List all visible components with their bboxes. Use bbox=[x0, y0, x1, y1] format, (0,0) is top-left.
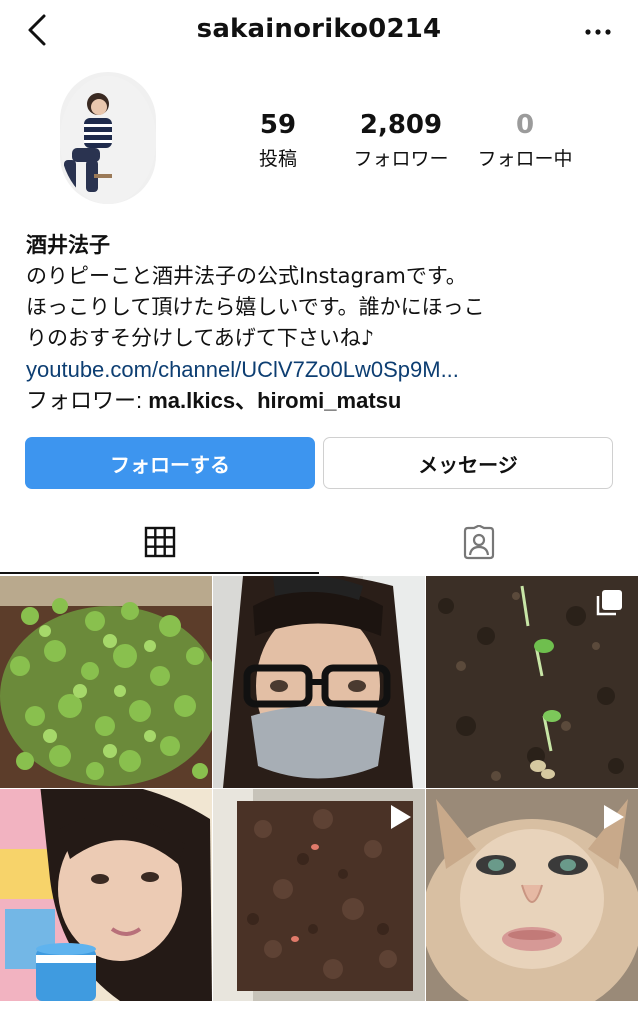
followers-count[interactable]: 2,809 フォロワー bbox=[338, 110, 464, 171]
followers-count-label: フォロワー bbox=[353, 148, 449, 170]
followed-by-line[interactable]: フォロワー: ma.lkics、hiromi_matsu bbox=[26, 385, 616, 416]
post-thumbnail[interactable] bbox=[426, 576, 638, 788]
profile-bio: 酒井法子 のりピーこと酒井法子の公式Instagramです。 ほっこりして頂けた… bbox=[26, 230, 616, 416]
tagged-person-icon bbox=[463, 525, 494, 560]
following-count-label: フォロー中 bbox=[477, 148, 573, 170]
bio-line: のりピーこと酒井法子の公式Instagramです。 bbox=[26, 264, 467, 288]
profile-display-name: 酒井法子 bbox=[26, 233, 110, 257]
posts-count[interactable]: 59 投稿 bbox=[228, 110, 328, 171]
posts-count-value: 59 bbox=[259, 110, 297, 140]
bio-external-link[interactable]: youtube.com/channel/UClV7Zo0Lw0Sp9M... bbox=[26, 354, 616, 385]
following-count-value: 0 bbox=[515, 110, 535, 140]
followed-by-prefix: フォロワー: bbox=[26, 388, 149, 413]
tab-posts-grid[interactable] bbox=[0, 512, 319, 574]
more-options-icon[interactable] bbox=[580, 16, 616, 46]
bio-line: りのおすそ分けしてあげて下さいね♪ bbox=[26, 326, 375, 350]
top-bar: sakainoriko0214 bbox=[0, 0, 638, 64]
post-thumbnail[interactable] bbox=[213, 789, 425, 1001]
post-thumbnail[interactable] bbox=[213, 576, 425, 788]
post-thumbnail[interactable] bbox=[426, 789, 638, 1001]
back-chevron-icon[interactable] bbox=[22, 12, 52, 48]
post-thumbnail[interactable] bbox=[0, 789, 212, 1001]
profile-username: sakainoriko0214 bbox=[196, 14, 442, 44]
following-count[interactable]: 0 フォロー中 bbox=[466, 110, 584, 171]
followers-count-value: 2,809 bbox=[359, 110, 443, 140]
grid-icon bbox=[144, 526, 175, 558]
bio-line: ほっこりして頂けたら嬉しいです。誰かにほっこ bbox=[26, 295, 485, 319]
message-button[interactable]: メッセージ bbox=[323, 437, 613, 489]
posts-count-label: 投稿 bbox=[258, 148, 297, 170]
profile-tabs bbox=[0, 512, 638, 576]
post-thumbnail[interactable] bbox=[0, 576, 212, 788]
posts-grid bbox=[0, 576, 638, 1024]
profile-avatar[interactable] bbox=[54, 74, 158, 206]
follow-button[interactable]: フォローする bbox=[25, 437, 315, 489]
tab-tagged[interactable] bbox=[319, 512, 638, 574]
followed-by-users: ma.lkics、hiromi_matsu bbox=[148, 388, 402, 413]
